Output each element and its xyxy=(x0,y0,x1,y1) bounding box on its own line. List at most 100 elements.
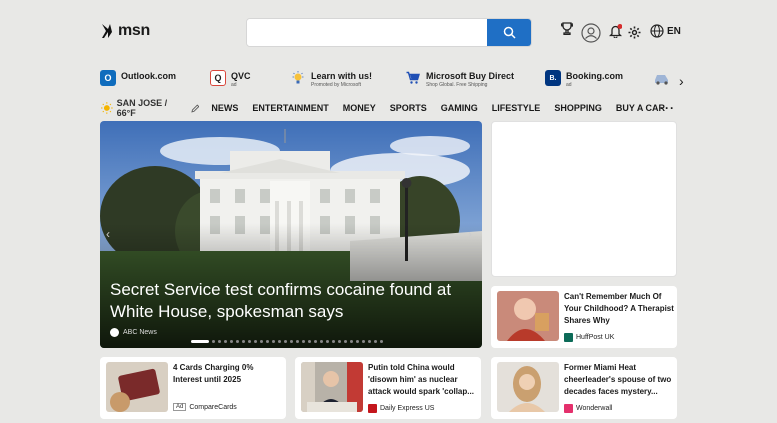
carousel-dot[interactable] xyxy=(314,340,317,343)
quicklink-label: Microsoft Buy Direct xyxy=(426,71,515,81)
card-source-label: Wonderwall xyxy=(576,405,613,412)
carousel-dot[interactable] xyxy=(254,340,257,343)
quicklink-qvc[interactable]: Q QVC ad xyxy=(210,70,251,88)
quicklink-sublabel: ad xyxy=(231,82,237,88)
nav-news[interactable]: NEWS xyxy=(211,103,238,113)
nav-gaming[interactable]: GAMING xyxy=(441,103,478,113)
carousel-dot[interactable] xyxy=(224,340,227,343)
wonderwall-logo-icon xyxy=(564,404,573,413)
quicklink-booking[interactable]: B. Booking.com ad xyxy=(545,70,623,88)
carousel-dot[interactable] xyxy=(320,340,323,343)
nav-entertainment[interactable]: ENTERTAINMENT xyxy=(252,103,328,113)
quicklink-label: QVC xyxy=(231,71,251,81)
carousel-dot[interactable] xyxy=(302,340,305,343)
carousel-dot[interactable] xyxy=(284,340,287,343)
carousel-dot[interactable] xyxy=(368,340,371,343)
settings-gear-icon[interactable] xyxy=(628,26,641,39)
card-source: HuffPost UK xyxy=(564,333,614,342)
carousel-dot[interactable] xyxy=(236,340,239,343)
nav-sports[interactable]: SPORTS xyxy=(390,103,427,113)
carousel-dot[interactable] xyxy=(248,340,251,343)
hero-source: ABC News xyxy=(110,328,157,337)
carousel-dot[interactable] xyxy=(332,340,335,343)
globe-icon xyxy=(650,24,664,38)
shopping-cart-icon xyxy=(405,70,421,86)
quicklink-label: Outlook.com xyxy=(121,71,177,81)
news-card-miami-heat[interactable]: Former Miami Heat cheerleader's spouse o… xyxy=(491,357,677,419)
carousel-dot[interactable] xyxy=(374,340,377,343)
card-source-label: HuffPost UK xyxy=(576,334,615,341)
booking-icon: B. xyxy=(545,70,561,86)
profile-avatar-icon[interactable] xyxy=(581,23,601,43)
search-input[interactable] xyxy=(247,19,489,46)
edit-pencil-icon[interactable] xyxy=(191,103,200,113)
carousel-dot[interactable] xyxy=(278,340,281,343)
carousel-dot[interactable] xyxy=(326,340,329,343)
nav-lifestyle[interactable]: LIFESTYLE xyxy=(492,103,541,113)
ad-card-comparecards[interactable]: 4 Cards Charging 0% Interest until 2025 … xyxy=(100,357,286,419)
card-thumbnail xyxy=(497,291,559,341)
language-label: EN xyxy=(667,25,681,37)
search-button[interactable] xyxy=(487,19,531,46)
carousel-dot[interactable] xyxy=(344,340,347,343)
car-icon xyxy=(654,70,670,86)
daily-express-logo-icon xyxy=(368,404,377,413)
carousel-dot[interactable] xyxy=(272,340,275,343)
language-selector[interactable]: EN xyxy=(650,24,681,38)
quicklink-learn[interactable]: Learn with us! Promoted by Microsoft xyxy=(290,70,372,88)
search-box xyxy=(246,18,532,47)
carousel-dot[interactable] xyxy=(362,340,365,343)
news-card-childhood[interactable]: Can't Remember Much Of Your Childhood? A… xyxy=(491,286,677,348)
hero-carousel[interactable]: ‹ › Secret Service test confirms cocaine… xyxy=(100,121,482,348)
carousel-dot[interactable] xyxy=(380,340,383,343)
hero-prev-chevron-icon[interactable]: ‹ xyxy=(106,227,110,241)
ad-placeholder xyxy=(491,121,677,277)
carousel-dot[interactable] xyxy=(230,340,233,343)
carousel-dot[interactable] xyxy=(308,340,311,343)
carousel-dot[interactable] xyxy=(338,340,341,343)
notifications-bell-icon[interactable] xyxy=(609,24,622,38)
quicklink-outlook[interactable]: O Outlook.com xyxy=(100,70,176,86)
card-source: Daily Express US xyxy=(368,404,434,413)
qvc-icon: Q xyxy=(210,70,226,86)
logo-text: msn xyxy=(118,22,150,39)
msn-logo[interactable]: msn xyxy=(100,22,150,40)
quicklink-sublabel: Shop Global. Free Shipping xyxy=(426,82,488,88)
hero-next-chevron-icon[interactable]: › xyxy=(468,227,472,241)
hero-headline[interactable]: Secret Service test confirms cocaine fou… xyxy=(110,279,470,323)
carousel-indicators[interactable] xyxy=(191,340,383,343)
more-options-icon[interactable]: ··· xyxy=(660,101,675,115)
abc-news-logo-icon xyxy=(110,328,119,337)
carousel-dot[interactable] xyxy=(296,340,299,343)
carousel-dot[interactable] xyxy=(356,340,359,343)
rewards-trophy-icon[interactable] xyxy=(561,22,573,35)
category-nav: SAN JOSE / 66°F NEWS ENTERTAINMENT MONEY… xyxy=(101,98,679,118)
card-source: Ad CompareCards xyxy=(173,403,237,411)
sun-icon xyxy=(101,102,113,114)
quicklink-microsoft-buy-direct[interactable]: Microsoft Buy Direct Shop Global. Free S… xyxy=(405,70,514,88)
carousel-dot[interactable] xyxy=(290,340,293,343)
carousel-dot[interactable] xyxy=(260,340,263,343)
nav-shopping[interactable]: SHOPPING xyxy=(554,103,602,113)
card-source-label: Daily Express US xyxy=(380,405,435,412)
carousel-dot[interactable] xyxy=(218,340,221,343)
quicklink-sublabel: Promoted by Microsoft xyxy=(311,82,362,88)
weather-widget[interactable]: SAN JOSE / 66°F xyxy=(101,98,200,118)
news-card-putin[interactable]: Putin told China would 'disown him' as n… xyxy=(295,357,481,419)
carousel-dot[interactable] xyxy=(212,340,215,343)
nav-buy-a-car[interactable]: BUY A CAR xyxy=(616,103,665,113)
card-headline: Putin told China would 'disown him' as n… xyxy=(368,363,474,396)
carousel-dot[interactable] xyxy=(242,340,245,343)
hero-source-label: ABC News xyxy=(123,329,157,336)
quicklink-label: Booking.com xyxy=(566,71,624,81)
quicklinks-next-chevron-icon[interactable]: › xyxy=(679,73,684,89)
search-icon xyxy=(503,26,516,39)
carousel-dot[interactable] xyxy=(191,340,209,343)
quicklinks-bar: O Outlook.com Q QVC ad Learn with us! Pr… xyxy=(100,70,700,96)
carousel-dot[interactable] xyxy=(266,340,269,343)
quicklink-car[interactable] xyxy=(654,70,670,86)
outlook-icon: O xyxy=(100,70,116,86)
carousel-dot[interactable] xyxy=(350,340,353,343)
nav-money[interactable]: MONEY xyxy=(343,103,376,113)
card-thumbnail xyxy=(301,362,363,412)
